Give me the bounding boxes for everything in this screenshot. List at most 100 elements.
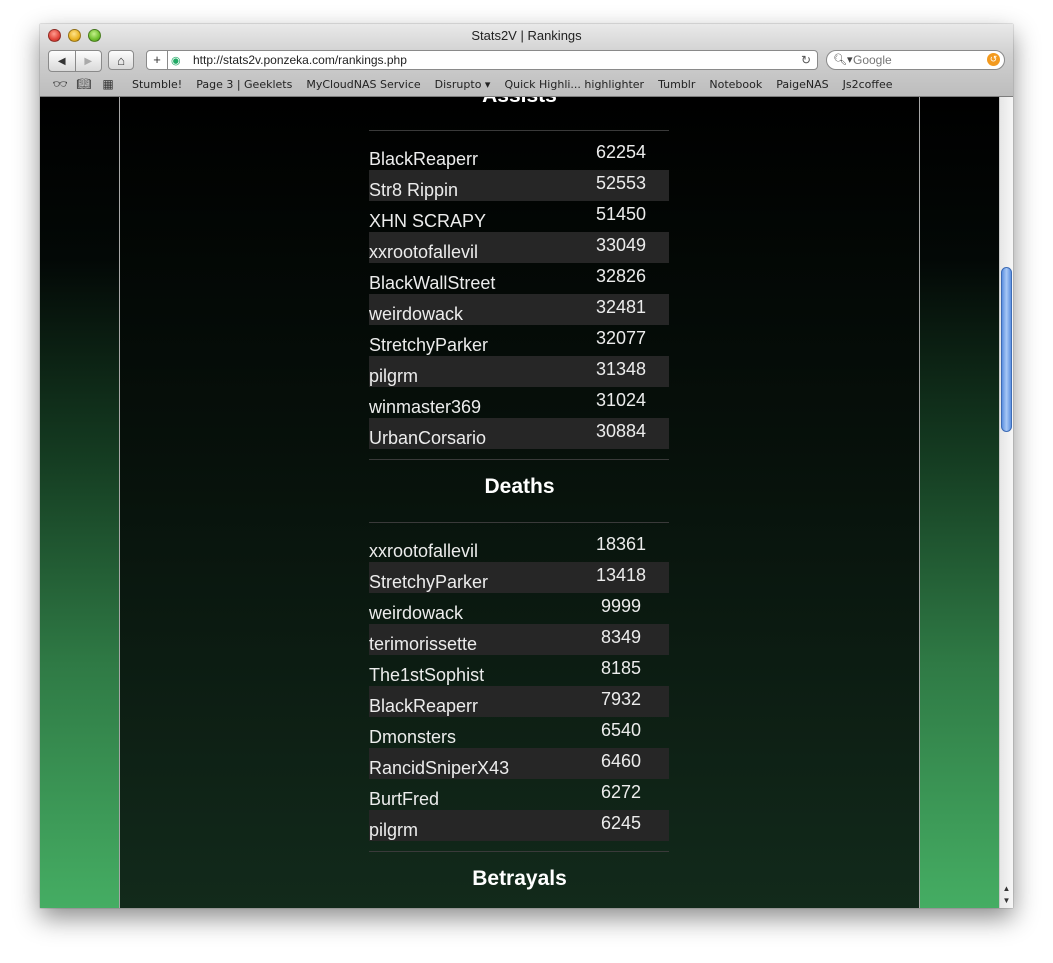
player-name: The1stSophist: [369, 665, 485, 685]
player-name: weirdowack: [369, 603, 464, 623]
table-row: xxrootofallevil 33049: [369, 232, 669, 263]
url-text[interactable]: http://stats2v.ponzeka.com/rankings.php: [193, 51, 407, 69]
vertical-scrollbar[interactable]: ▲ ▼: [999, 97, 1013, 908]
snapback-icon[interactable]: ↺: [987, 53, 1000, 66]
table-row: StretchyParker 32077: [369, 325, 669, 356]
browser-window: Stats2V | Rankings ◀ ▶ ⌂ + ◉ http://stat…: [40, 24, 1013, 908]
player-name: BlackWallStreet: [369, 273, 496, 293]
table-row: The1stSophist 8185: [369, 655, 669, 686]
search-icon[interactable]: 🔍︎▾: [833, 51, 853, 69]
player-name: RancidSniperX43: [369, 758, 510, 778]
bookmark-notebook[interactable]: Notebook: [709, 78, 762, 91]
player-name: Dmonsters: [369, 727, 457, 747]
table-row: BlackReaperr 7932: [369, 686, 669, 717]
home-icon: ⌂: [117, 52, 125, 68]
stat-value: 18361: [595, 534, 647, 554]
player-name: xxrootofallevil: [369, 541, 479, 561]
browser-chrome: Stats2V | Rankings ◀ ▶ ⌂ + ◉ http://stat…: [40, 24, 1013, 97]
bookmarks-book-icon[interactable]: 📖︎: [74, 77, 94, 91]
stat-value: 31348: [595, 359, 647, 379]
player-name: XHN SCRAPY: [369, 211, 487, 231]
player-name: StretchyParker: [369, 572, 489, 592]
table-row: RancidSniperX43 6460: [369, 748, 669, 779]
deaths-table: xxrootofallevil 18361 StretchyParker 13418 w…: [369, 522, 669, 852]
window-title: Stats2V | Rankings: [471, 28, 582, 43]
bookmark-paigenas[interactable]: PaigeNAS: [776, 78, 828, 91]
stat-value: 51450: [595, 204, 647, 224]
table-row: winmaster369 31024: [369, 387, 669, 418]
table-row: BlackReaperr 62254: [369, 139, 669, 170]
scroll-down-arrow-icon[interactable]: ▼: [1000, 896, 1013, 905]
table-row: weirdowack 9999: [369, 593, 669, 624]
reload-icon[interactable]: ↻: [801, 51, 811, 69]
scrollbar-thumb[interactable]: [1001, 267, 1012, 432]
player-name: BlackReaperr: [369, 149, 479, 169]
stat-value: 30884: [595, 421, 647, 441]
stat-value: 31024: [595, 390, 647, 410]
stat-value: 13418: [595, 565, 647, 585]
table-row: pilgrm 6245: [369, 810, 669, 841]
back-arrow-icon: ◀: [57, 55, 66, 67]
bookmark-tumblr[interactable]: Tumblr: [658, 78, 695, 91]
assists-table: BlackReaperr 62254 Str8 Rippin 52553 XHN SCR…: [369, 130, 669, 460]
stat-value: 32826: [595, 266, 647, 286]
table-row: BurtFred 6272: [369, 779, 669, 810]
stat-value: 52553: [595, 173, 647, 193]
bookmark-mycloudnas[interactable]: MyCloudNAS Service: [306, 78, 420, 91]
bookmark-disrupto[interactable]: Disrupto ▾: [435, 78, 491, 91]
forward-arrow-icon: ▶: [84, 55, 93, 67]
player-name: UrbanCorsario: [369, 428, 487, 448]
stat-value: 6272: [600, 782, 642, 802]
bookmark-stumble[interactable]: Stumble!: [132, 78, 182, 91]
forward-button[interactable]: ▶: [76, 51, 102, 71]
stat-value: 6460: [600, 751, 642, 771]
scroll-up-arrow-icon[interactable]: ▲: [1000, 884, 1013, 893]
table-row: Dmonsters 6540: [369, 717, 669, 748]
player-name: Str8 Rippin: [369, 180, 459, 200]
player-name: weirdowack: [369, 304, 464, 324]
betrayals-heading: Betrayals: [472, 867, 567, 890]
player-name: pilgrm: [369, 366, 419, 386]
stat-value: 32481: [595, 297, 647, 317]
player-name: terimorissette: [369, 634, 478, 654]
bookmark-js2coffee[interactable]: Js2coffee: [843, 78, 893, 91]
table-row: pilgrm 31348: [369, 356, 669, 387]
player-name: BlackReaperr: [369, 696, 479, 716]
stat-value: 6540: [600, 720, 642, 740]
table-row: terimorissette 8349: [369, 624, 669, 655]
table-row: BlackWallStreet 32826: [369, 263, 669, 294]
page-viewport: Assists BlackReaperr 62254 Str8 Rippin 5255…: [40, 97, 999, 908]
stat-value: 6245: [600, 813, 642, 833]
bookmark-geeklets[interactable]: Page 3 | Geeklets: [196, 78, 292, 91]
page-content: Assists BlackReaperr 62254 Str8 Rippin 5255…: [119, 97, 920, 908]
back-button[interactable]: ◀: [49, 51, 76, 71]
table-row: xxrootofallevil 18361: [369, 531, 669, 562]
home-button[interactable]: ⌂: [108, 50, 134, 70]
deaths-heading: Deaths: [484, 475, 555, 498]
player-name: xxrootofallevil: [369, 242, 479, 262]
nav-buttons: ◀ ▶: [48, 50, 102, 72]
add-bookmark-icon[interactable]: +: [147, 51, 168, 69]
assists-heading: Assists: [120, 97, 919, 108]
bookmark-quick-highlighter[interactable]: Quick Highli... highlighter: [504, 78, 644, 91]
stat-value: 8349: [600, 627, 642, 647]
search-box[interactable]: 🔍︎▾ ↺: [826, 50, 1005, 70]
table-row: weirdowack 32481: [369, 294, 669, 325]
stat-value: 7932: [600, 689, 642, 709]
search-input[interactable]: [853, 52, 981, 68]
player-name: pilgrm: [369, 820, 419, 840]
player-name: winmaster369: [369, 397, 482, 417]
table-row: XHN SCRAPY 51450: [369, 201, 669, 232]
stat-value: 62254: [595, 142, 647, 162]
stat-value: 32077: [595, 328, 647, 348]
table-row: UrbanCorsario 30884: [369, 418, 669, 449]
reading-glasses-icon[interactable]: 👓︎: [50, 77, 70, 91]
site-favicon-icon: ◉: [171, 55, 181, 67]
top-sites-grid-icon[interactable]: ▦: [98, 77, 118, 91]
address-bar[interactable]: + ◉ http://stats2v.ponzeka.com/rankings.…: [146, 50, 818, 70]
player-name: BurtFred: [369, 789, 440, 809]
stat-value: 8185: [600, 658, 642, 678]
table-row: StretchyParker 13418: [369, 562, 669, 593]
table-row: Str8 Rippin 52553: [369, 170, 669, 201]
bookmarks-bar: 👓︎ 📖︎ ▦ Stumble! Page 3 | Geeklets MyClo…: [40, 74, 1013, 94]
